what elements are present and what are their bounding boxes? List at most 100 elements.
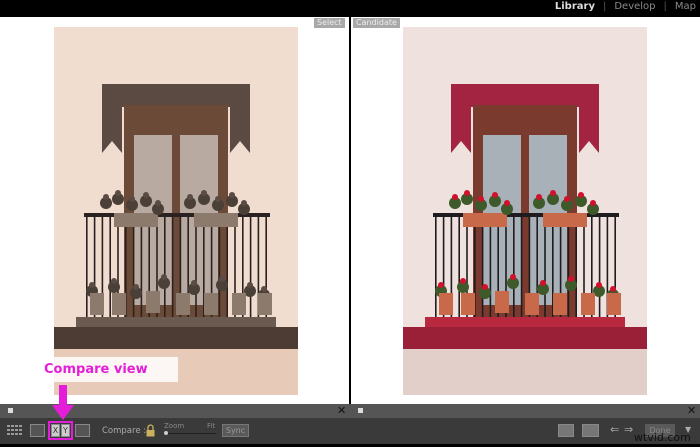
balcony-slab [425, 317, 625, 327]
zoom-slider[interactable] [164, 431, 216, 435]
zoom-slider-thumb[interactable] [164, 431, 168, 435]
railing-bar [249, 215, 252, 319]
flower [452, 194, 458, 200]
flower-pot [581, 293, 595, 315]
flower-pot [258, 293, 272, 315]
module-library[interactable]: Library [555, 1, 595, 12]
flower [596, 282, 602, 288]
flower [143, 192, 149, 198]
flower [191, 280, 197, 286]
flower [578, 192, 584, 198]
candidate-label: Candidate [353, 18, 400, 28]
survey-view-icon[interactable] [75, 424, 90, 437]
railing-bar [575, 215, 577, 319]
planter [463, 213, 507, 227]
flower [610, 286, 616, 292]
railing-bar [489, 215, 492, 319]
railing-bar [86, 215, 88, 319]
flower [438, 282, 444, 288]
fit-label: Fit [207, 422, 216, 430]
flower [492, 192, 498, 198]
railing-bar [218, 215, 221, 319]
flower-pot [112, 293, 126, 315]
sync-button[interactable]: Sync [222, 424, 249, 437]
flower [482, 284, 488, 290]
panel-toggle-icon[interactable] [358, 408, 363, 413]
railing-bar [226, 215, 228, 319]
planter [114, 213, 158, 227]
flower [201, 190, 207, 196]
flower [568, 276, 574, 282]
flower [161, 274, 167, 280]
grid-view-icon[interactable] [7, 425, 24, 437]
close-icon[interactable]: ✕ [337, 404, 346, 417]
railing-bar [132, 215, 135, 319]
select-photo[interactable] [54, 27, 298, 395]
watermark: wtvid.com [634, 431, 691, 444]
flower [241, 200, 247, 206]
make-select-icon[interactable] [582, 424, 599, 437]
railing-bar [140, 215, 143, 319]
flower [129, 196, 135, 202]
toolbar: X Y Compare : Zoom Fit Sync ⇐ ⇒ Done ▼ [0, 418, 700, 444]
flower-pot [553, 293, 567, 315]
flower-pot [525, 293, 539, 315]
flower-pot [439, 293, 453, 315]
flower-pot [176, 293, 190, 315]
flower [478, 196, 484, 202]
flower [115, 190, 121, 196]
railing-bar [567, 215, 570, 319]
candidate-photo[interactable] [403, 27, 647, 395]
flower-pot [90, 293, 104, 315]
flower [247, 282, 253, 288]
annotation-callout: Compare view [38, 357, 178, 382]
railing-bar [171, 215, 174, 319]
close-icon[interactable]: ✕ [687, 404, 696, 417]
flower [103, 194, 109, 200]
railing-bar [109, 215, 111, 319]
flower-pot [607, 293, 621, 315]
flower [229, 192, 235, 198]
loupe-view-icon[interactable] [30, 424, 45, 437]
railing-bar [520, 215, 523, 319]
railing-bar [164, 215, 166, 319]
flower [133, 284, 139, 290]
select-label: Select [314, 18, 345, 28]
next-arrow-icon[interactable]: ⇒ [624, 423, 633, 436]
flower [590, 200, 596, 206]
railing-bar [598, 215, 601, 319]
flower [187, 194, 193, 200]
flower [219, 276, 225, 282]
annotation-highlight [48, 421, 73, 440]
module-map[interactable]: Map [675, 1, 696, 12]
flower-pot [232, 293, 246, 315]
railing-bar [458, 215, 460, 319]
flower-pot [495, 291, 509, 313]
annotation-arrow-icon [52, 385, 74, 420]
railing-bar [481, 215, 484, 319]
flower [89, 282, 95, 288]
module-picker: Library | Develop | Map [554, 1, 696, 12]
flower-pot [461, 293, 475, 315]
flower [215, 196, 221, 202]
balcony-slab [76, 317, 276, 327]
flower [564, 196, 570, 202]
filmstrip-bar: ✕ ✕ [0, 404, 700, 418]
flower [464, 190, 470, 196]
planter [194, 213, 238, 227]
zoom-label: Zoom [164, 422, 185, 430]
flower [504, 200, 510, 206]
flower [550, 190, 556, 196]
railing-bar [195, 215, 197, 319]
flower [540, 280, 546, 286]
panel-toggle-icon[interactable] [8, 408, 13, 413]
lock-icon[interactable] [146, 424, 155, 437]
flower [111, 278, 117, 284]
planter [543, 213, 587, 227]
balcony-base [403, 327, 647, 349]
balcony-base [54, 327, 298, 349]
top-bar: Library | Develop | Map [0, 0, 700, 17]
module-develop[interactable]: Develop [614, 1, 655, 12]
previous-arrow-icon[interactable]: ⇐ [610, 423, 619, 436]
swap-icon[interactable] [558, 424, 574, 437]
